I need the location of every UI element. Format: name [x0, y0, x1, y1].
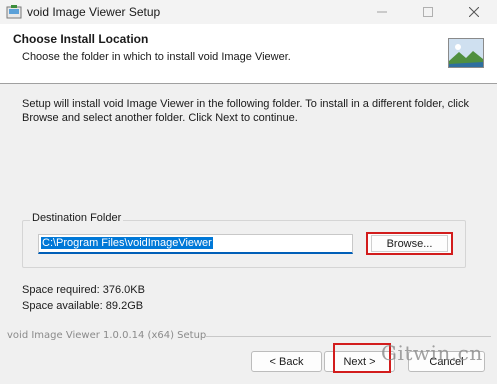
install-path-input[interactable]: C:\Program Files\voidImageViewer — [38, 234, 353, 254]
browse-button[interactable]: Browse... — [366, 232, 453, 255]
branding-divider — [205, 336, 491, 337]
page-subtitle: Choose the folder in which to install vo… — [22, 51, 291, 63]
space-available-text: Space available: 89.2GB — [22, 300, 144, 312]
wizard-header: Choose Install Location Choose the folde… — [0, 24, 497, 84]
page-title: Choose Install Location — [13, 32, 149, 46]
intro-text: Setup will install void Image Viewer in … — [22, 98, 469, 124]
close-icon[interactable] — [451, 0, 497, 24]
watermark-text: Gitwin.cn — [381, 341, 483, 365]
space-required-text: Space required: 376.0KB — [22, 284, 145, 296]
maximize-icon[interactable] — [405, 0, 451, 24]
title-bar: void Image Viewer Setup — [0, 0, 497, 24]
landscape-image-icon — [448, 38, 484, 68]
minimize-icon[interactable] — [359, 0, 405, 24]
install-path-value: C:\Program Files\voidImageViewer — [41, 237, 213, 249]
browse-button-face: Browse... — [371, 235, 448, 252]
window-title: void Image Viewer Setup — [27, 5, 161, 19]
destination-folder-label: Destination Folder — [30, 212, 124, 224]
installer-icon — [6, 4, 22, 20]
branding-text: void Image Viewer 1.0.0.14 (x64) Setup — [7, 330, 207, 341]
back-button[interactable]: < Back — [251, 351, 322, 372]
